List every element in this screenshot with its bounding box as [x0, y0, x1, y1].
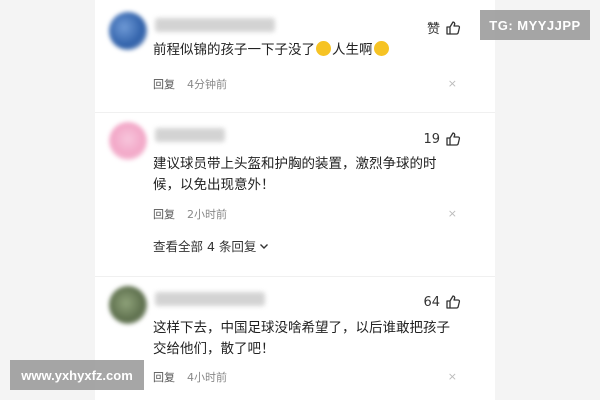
- like-count: 赞: [426, 22, 440, 37]
- close-icon[interactable]: ×: [448, 77, 457, 90]
- comment-text: 这样下去，中国足球没啥希望了，以后谁敢把孩子交给他们，散了吧！: [153, 320, 450, 357]
- comments-panel: 赞 前程似锦的孩子一下子没了 人生啊 回复 4分钟前 × 19 建议球员带上头盔和…: [95, 0, 495, 400]
- crying-face-icon: [316, 41, 331, 56]
- comment-text: 建议球员带上头盔和护胸的装置，激烈争球的时候，以免出现意外！: [153, 156, 437, 193]
- see-all-replies-label: 查看全部 4 条回复: [153, 239, 257, 254]
- chevron-down-icon: [260, 243, 269, 249]
- like-button[interactable]: 64: [423, 294, 461, 310]
- watermark-bottom-left: www.yxhyxfz.com: [10, 360, 144, 390]
- username-blurred[interactable]: [155, 292, 265, 306]
- reply-button[interactable]: 回复: [153, 76, 175, 92]
- reply-button[interactable]: 回复: [153, 206, 175, 222]
- username-blurred[interactable]: [155, 128, 225, 142]
- comment-meta: 回复 4分钟前: [153, 76, 227, 92]
- thumbs-up-icon: [446, 20, 461, 35]
- comment-time: 4小时前: [187, 371, 227, 384]
- comment-time: 2小时前: [187, 208, 227, 221]
- watermark-top-right: TG: MYYJJPP: [480, 10, 590, 40]
- avatar[interactable]: [109, 122, 147, 160]
- thumbs-up-icon: [446, 132, 461, 146]
- like-button[interactable]: 19: [423, 131, 461, 147]
- close-icon[interactable]: ×: [448, 370, 457, 383]
- see-all-replies-button[interactable]: 查看全部 4 条回复: [153, 236, 269, 255]
- comment-text-part: 人生啊: [332, 42, 373, 58]
- comment-text: 前程似锦的孩子一下子没了 人生啊: [153, 40, 453, 61]
- like-count: 64: [423, 294, 440, 310]
- like-button[interactable]: 赞: [427, 18, 461, 37]
- avatar[interactable]: [109, 12, 147, 50]
- username-blurred[interactable]: [155, 18, 275, 32]
- divider: [95, 276, 495, 277]
- divider: [95, 112, 495, 113]
- thumbs-up-icon: [446, 295, 461, 309]
- comment-text-part: 前程似锦的孩子一下子没了: [153, 42, 315, 58]
- like-count: 19: [423, 131, 440, 147]
- close-icon[interactable]: ×: [448, 207, 457, 220]
- avatar[interactable]: [109, 286, 147, 324]
- comment-meta: 回复 2小时前: [153, 206, 227, 222]
- comment-time: 4分钟前: [187, 78, 227, 91]
- comment-meta: 回复 4小时前: [153, 369, 227, 385]
- smirk-face-icon: [373, 41, 389, 56]
- reply-button[interactable]: 回复: [153, 369, 175, 385]
